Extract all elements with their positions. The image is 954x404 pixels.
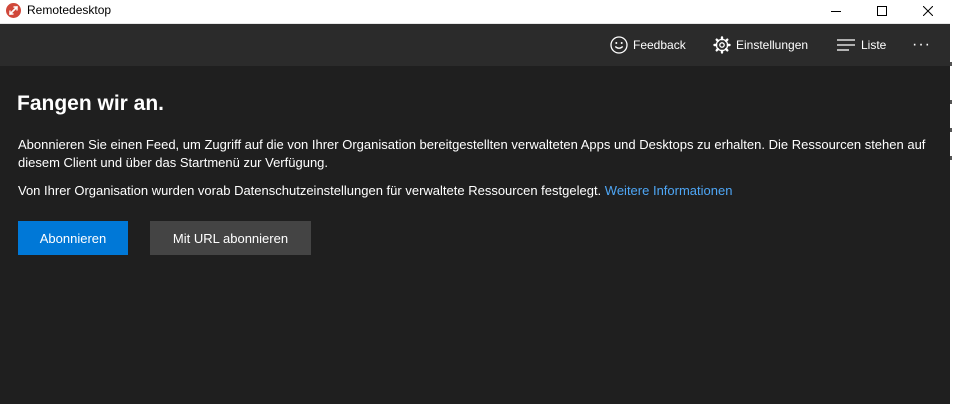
minimize-icon	[831, 11, 841, 12]
privacy-text: Von Ihrer Organisation wurden vorab Date…	[18, 183, 602, 198]
edge-mark	[950, 156, 952, 160]
edge-mark	[950, 100, 952, 104]
feedback-label: Feedback	[633, 38, 686, 52]
background-window-edge	[950, 0, 954, 404]
feedback-button[interactable]: Feedback	[610, 24, 686, 66]
smiley-icon	[610, 36, 628, 54]
subscribe-button[interactable]: Abonnieren	[18, 221, 128, 255]
subscribe-with-url-button[interactable]: Mit URL abonnieren	[150, 221, 311, 255]
list-label: Liste	[861, 38, 887, 52]
more-options-button[interactable]: ···	[912, 24, 931, 66]
settings-button[interactable]: Einstellungen	[713, 24, 808, 66]
privacy-notice: Von Ihrer Organisation wurden vorab Date…	[18, 182, 933, 200]
edge-mark	[950, 62, 952, 66]
command-bar: Feedback Einstellungen Liste ···	[0, 24, 950, 66]
more-icon: ···	[912, 36, 931, 53]
window-title: Remotedesktop	[27, 3, 112, 17]
maximize-icon	[877, 6, 887, 16]
feed-description: Abonnieren Sie einen Feed, um Zugriff au…	[18, 137, 926, 170]
title-bar[interactable]: Remotedesktop	[0, 0, 950, 24]
minimize-button[interactable]	[813, 0, 859, 23]
list-view-button[interactable]: Liste	[836, 24, 886, 66]
list-icon	[837, 39, 855, 51]
settings-label: Einstellungen	[736, 38, 809, 52]
maximize-button[interactable]	[859, 0, 905, 23]
edge-mark	[950, 128, 952, 132]
page-title: Fangen wir an.	[17, 92, 165, 115]
remote-desktop-app-icon	[6, 3, 21, 18]
gear-icon	[713, 36, 731, 54]
more-info-link[interactable]: Weitere Informationen	[605, 183, 733, 198]
close-icon	[923, 6, 933, 16]
app-window: Remotedesktop Feedback Einstellungen Lis…	[0, 0, 950, 404]
close-button[interactable]	[905, 0, 950, 23]
